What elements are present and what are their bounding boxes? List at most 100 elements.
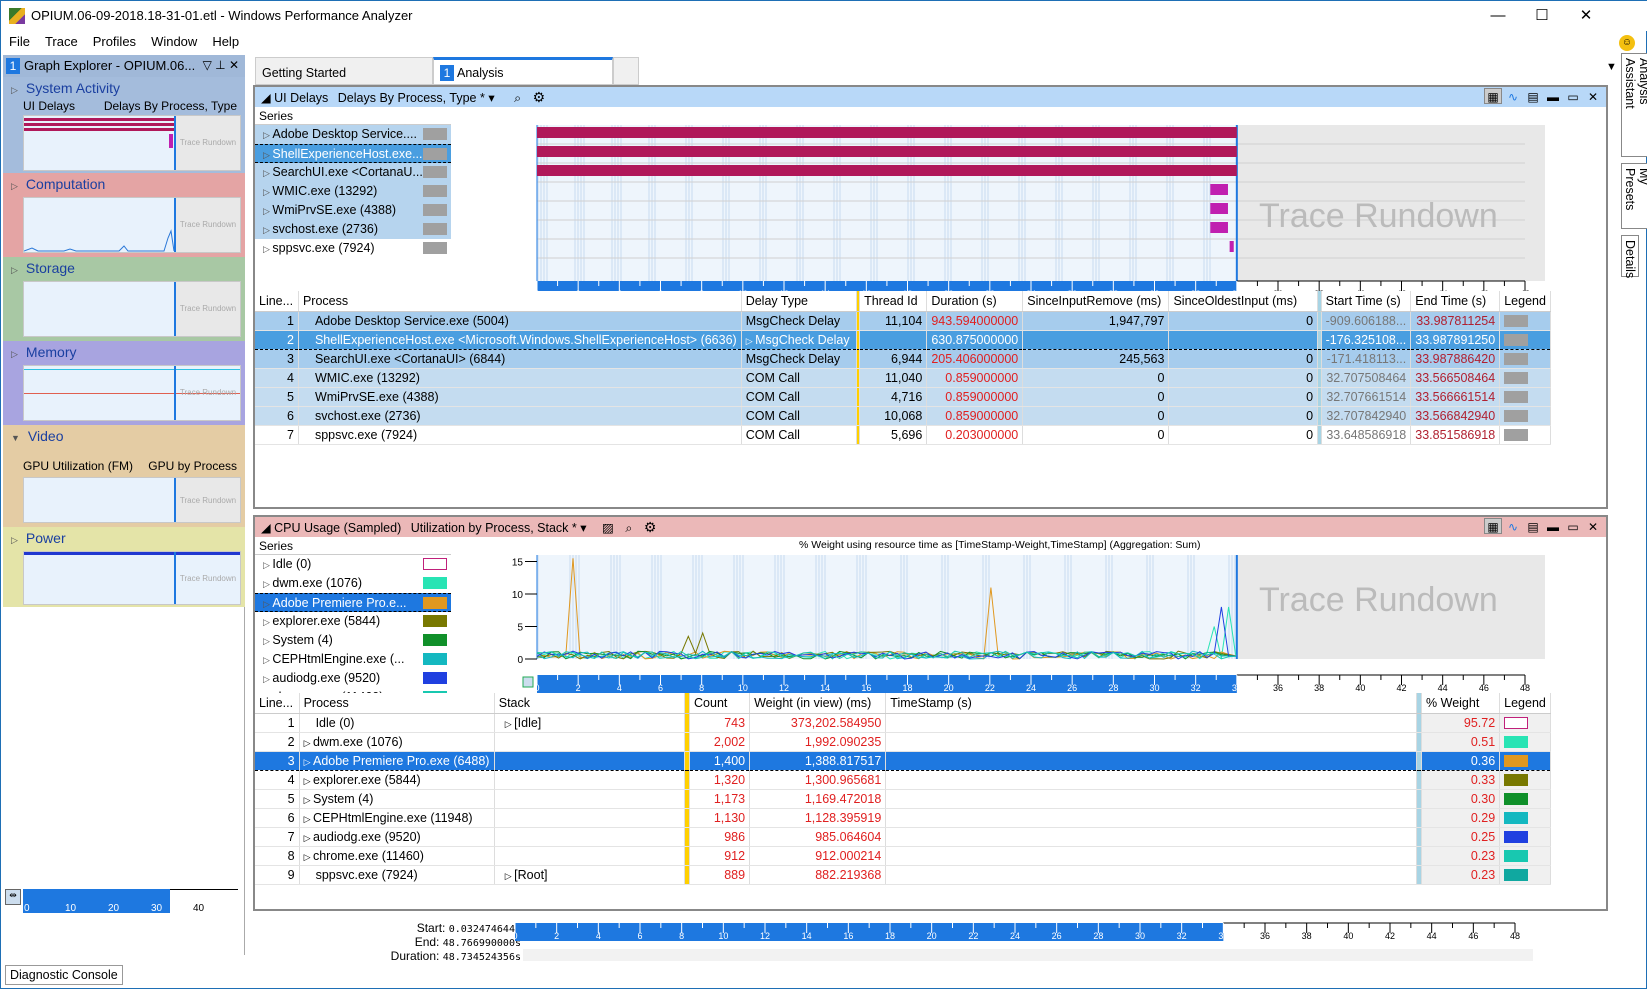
expand-icon[interactable]: ▷ bbox=[304, 852, 313, 862]
table-row[interactable]: 4 WMIC.exe (13292) COM Call 11,040 0.8590000… bbox=[255, 368, 1551, 388]
table-row[interactable]: 3 SearchUI.exe <CortanaUI> (6844) MsgCheck… bbox=[255, 349, 1551, 369]
gear-icon[interactable]: ⚙ bbox=[533, 89, 546, 105]
table-row[interactable]: 7 sppsvc.exe (7924) COM Call 5,696 0.2030000… bbox=[255, 425, 1551, 445]
series-item[interactable]: ▷ WMIC.exe (13292) bbox=[255, 182, 451, 201]
series-item[interactable]: ▷ CEPHtmlEngine.exe (... bbox=[255, 650, 451, 669]
expand-icon[interactable]: ▷ bbox=[11, 85, 18, 95]
series-item[interactable]: ▷ Idle (0) bbox=[255, 555, 451, 574]
delay-bar[interactable] bbox=[1210, 184, 1228, 195]
series-item[interactable]: ▷ audiodg.exe (9520) bbox=[255, 669, 451, 688]
expand-icon[interactable]: ▷ bbox=[746, 336, 755, 346]
chart-type-icon[interactable]: ▨ bbox=[602, 521, 614, 535]
maximize-pane-icon[interactable]: ▭ bbox=[1564, 89, 1582, 105]
expand-icon[interactable]: ▷ bbox=[263, 560, 272, 570]
expand-icon[interactable]: ▷ bbox=[304, 776, 313, 786]
column-header[interactable]: Process bbox=[298, 291, 742, 312]
expand-icon[interactable]: ▷ bbox=[304, 795, 313, 805]
legend-swatch[interactable] bbox=[1504, 793, 1529, 806]
column-header[interactable]: Count bbox=[689, 693, 751, 714]
legend-swatch[interactable] bbox=[1504, 372, 1529, 385]
legend-swatch[interactable] bbox=[1504, 410, 1529, 423]
expand-icon[interactable]: ▷ bbox=[304, 738, 313, 748]
series-item[interactable]: ▷ svchost.exe (2736) bbox=[255, 220, 451, 239]
series-item[interactable]: ▷ Adobe Premiere Pro.e... bbox=[255, 593, 451, 612]
legend-swatch[interactable] bbox=[423, 204, 447, 216]
preset-dropdown[interactable]: Utilization by Process, Stack * ▾ bbox=[411, 521, 587, 535]
delay-bar[interactable] bbox=[1210, 222, 1228, 233]
legend-swatch[interactable] bbox=[1504, 353, 1529, 366]
table-row[interactable]: 4 ▷ explorer.exe (5844) 1,320 1,300.965681 0… bbox=[255, 770, 1551, 790]
close-pane-icon[interactable]: ✕ bbox=[1584, 519, 1602, 535]
menu-window[interactable]: Window bbox=[143, 31, 204, 49]
diagnostic-console-button[interactable]: Diagnostic Console bbox=[5, 965, 123, 985]
preset-dropdown[interactable]: Delays By Process, Type * ▾ bbox=[338, 91, 495, 105]
collapse-icon[interactable]: ◢ bbox=[261, 91, 271, 105]
legend-swatch[interactable] bbox=[1504, 755, 1529, 768]
column-header[interactable]: Thread Id bbox=[859, 291, 928, 312]
graph-only-icon[interactable]: ∿ bbox=[1504, 519, 1522, 535]
expand-icon[interactable]: ▷ bbox=[263, 617, 272, 627]
menu-trace[interactable]: Trace bbox=[37, 31, 85, 49]
collapse-icon[interactable]: ◢ bbox=[261, 521, 271, 535]
horizontal-scrollbar[interactable] bbox=[523, 949, 1533, 961]
column-header[interactable]: Start Time (s) bbox=[1321, 291, 1412, 312]
expand-icon[interactable]: ▷ bbox=[263, 674, 272, 684]
expand-icon[interactable]: ▷ bbox=[11, 349, 18, 359]
side-tab-analysis-assistant[interactable]: Analysis Assistant bbox=[1621, 53, 1647, 157]
legend-swatch[interactable] bbox=[1504, 391, 1529, 404]
expand-graph-icon[interactable] bbox=[522, 676, 534, 688]
gpu-thumbnail[interactable]: Trace Rundown bbox=[23, 477, 241, 523]
zoom-fit-icon[interactable]: ⇹ bbox=[5, 889, 21, 905]
legend-swatch[interactable] bbox=[1504, 774, 1529, 787]
overflow-menu-icon[interactable]: ▼ bbox=[1606, 61, 1617, 73]
expand-icon[interactable]: ▷ bbox=[11, 265, 18, 275]
legend-swatch[interactable] bbox=[1504, 429, 1529, 442]
column-header[interactable]: Weight (in view) (ms) bbox=[749, 693, 887, 714]
new-tab-button[interactable] bbox=[613, 57, 639, 85]
expand-icon[interactable]: ▷ bbox=[263, 636, 272, 646]
table-row[interactable]: 1 Idle (0) ▷ [Idle] 743 373,202.584950 95.72 bbox=[255, 713, 1551, 733]
graph-and-table-icon[interactable]: ▦ bbox=[1484, 518, 1502, 534]
memory-thumbnail[interactable]: Trace Rundown bbox=[23, 365, 241, 421]
expand-icon[interactable]: ▷ bbox=[263, 244, 272, 254]
close-icon[interactable]: ✕ bbox=[229, 58, 239, 72]
section-system-activity[interactable]: ▷ System Activity UI Delays Delays By Pro… bbox=[3, 77, 245, 173]
series-item[interactable]: ▷ Adobe Desktop Service.... bbox=[255, 125, 451, 144]
table-row[interactable]: 2 ▷ dwm.exe (1076) 2,002 1,992.090235 0.51 bbox=[255, 732, 1551, 752]
legend-swatch[interactable] bbox=[1504, 736, 1529, 749]
legend-swatch[interactable] bbox=[423, 242, 447, 254]
expand-icon[interactable]: ▷ bbox=[263, 579, 272, 589]
expand-icon[interactable]: ▷ bbox=[263, 168, 272, 178]
delay-bar[interactable] bbox=[1229, 241, 1234, 252]
table-row[interactable]: 2 ShellExperienceHost.exe <Microsoft.Wind… bbox=[255, 329, 1551, 350]
maximize-button[interactable]: ☐ bbox=[1522, 5, 1562, 27]
ui-delays-chart[interactable]: 0246810121416182022242628303234363840424… bbox=[459, 107, 1605, 299]
column-header[interactable]: Line... bbox=[255, 291, 299, 312]
table-row[interactable]: 6 svchost.exe (2736) COM Call 10,068 0.85900… bbox=[255, 406, 1551, 426]
column-header[interactable]: Legend bbox=[1499, 291, 1551, 312]
column-header[interactable]: Delay Type bbox=[741, 291, 857, 312]
dropdown-icon[interactable]: ▽ bbox=[203, 58, 212, 72]
minimize-pane-icon[interactable]: ▬ bbox=[1544, 519, 1562, 535]
graph-and-table-icon[interactable]: ▦ bbox=[1484, 88, 1502, 104]
table-row[interactable]: 3 ▷ Adobe Premiere Pro.exe (6488) 1,400 1,3… bbox=[255, 750, 1551, 771]
gear-icon[interactable]: ⚙ bbox=[644, 519, 657, 535]
expand-icon[interactable]: ▷ bbox=[263, 130, 272, 140]
column-header[interactable]: SinceInputRemove (ms) bbox=[1022, 291, 1170, 312]
table-row[interactable]: 8 ▷ chrome.exe (11460) 912 912.000214 0.23 bbox=[255, 846, 1551, 866]
expand-icon[interactable]: ▷ bbox=[11, 181, 18, 191]
section-computation[interactable]: ▷ Computation Trace Rundown bbox=[3, 173, 245, 257]
close-pane-icon[interactable]: ✕ bbox=[1584, 89, 1602, 105]
legend-swatch[interactable] bbox=[1504, 869, 1529, 882]
series-item[interactable]: ▷ sppsvc.exe (7924) bbox=[255, 239, 451, 258]
legend-swatch[interactable] bbox=[423, 148, 447, 160]
column-header[interactable]: Line... bbox=[255, 693, 300, 714]
series-item[interactable]: ▷ WmiPrvSE.exe (4388) bbox=[255, 201, 451, 220]
legend-swatch[interactable] bbox=[423, 185, 447, 197]
delay-bar[interactable] bbox=[537, 127, 1237, 138]
close-button[interactable]: ✕ bbox=[1566, 5, 1606, 27]
legend-swatch[interactable] bbox=[423, 223, 447, 235]
expand-icon[interactable]: ▷ bbox=[499, 719, 514, 729]
series-item[interactable]: ▷ System (4) bbox=[255, 631, 451, 650]
table-row[interactable]: 7 ▷ audiodg.exe (9520) 986 985.064604 0.25 bbox=[255, 827, 1551, 847]
